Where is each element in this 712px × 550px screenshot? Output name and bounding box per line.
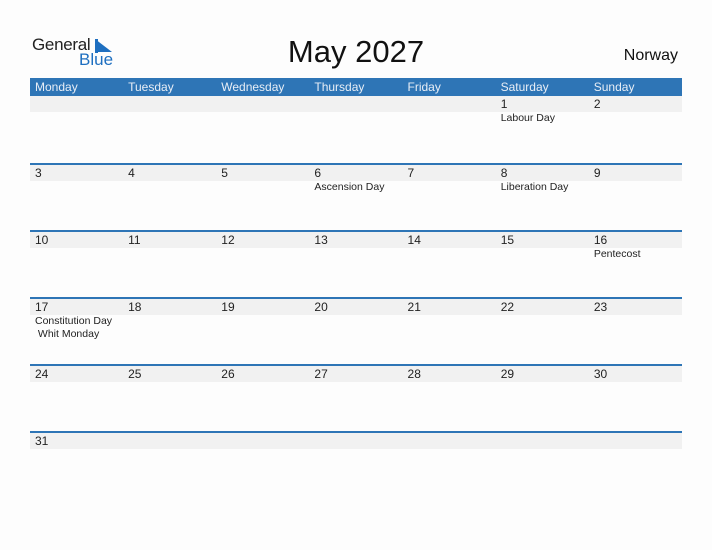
day-number: 4 [128, 166, 135, 180]
day-cell[interactable] [403, 433, 496, 498]
day-number: 30 [593, 367, 608, 381]
week-row: 24 25 26 27 28 29 30 [30, 364, 682, 431]
day-cell[interactable]: 30 [589, 366, 682, 431]
holiday-label: Pentecost [593, 248, 641, 260]
day-number: 13 [314, 233, 328, 247]
day-number: 11 [128, 233, 141, 247]
day-number: 29 [500, 367, 515, 381]
day-cell[interactable]: 3 [30, 165, 123, 230]
day-cell[interactable]: 27 [309, 366, 402, 431]
weekday-header: Monday Tuesday Wednesday Thursday Friday Satu… [30, 78, 682, 96]
day-number: 19 [221, 300, 235, 314]
day-number: 17 [35, 300, 49, 314]
day-cell[interactable]: 13 [309, 232, 402, 297]
day-cell[interactable] [123, 433, 216, 498]
day-cell[interactable]: 31 [30, 433, 123, 498]
weekday-tuesday: Tuesday [128, 80, 174, 94]
weekday-friday: Friday [407, 80, 441, 94]
day-cell[interactable]: 23 [589, 299, 682, 364]
day-number: 3 [35, 166, 42, 180]
day-cell[interactable] [309, 433, 402, 498]
holiday-label: Liberation Day [500, 181, 569, 193]
calendar-grid: Monday Tuesday Wednesday Thursday Friday Satu… [30, 78, 682, 498]
day-number: 8 [500, 166, 508, 180]
holiday-label: Labour Day [500, 112, 555, 124]
holiday-label: Whit Monday [35, 328, 100, 340]
holiday-label: Ascension Day [314, 181, 385, 193]
day-number: 22 [500, 300, 515, 314]
day-number: 15 [500, 233, 515, 247]
day-cell[interactable]: 19 [216, 299, 309, 364]
day-cell[interactable] [123, 96, 216, 163]
day-number: 10 [35, 233, 49, 247]
day-number: 1 [500, 97, 508, 111]
week-row: 31 [30, 431, 682, 498]
week-row: 3 4 5 6 Ascension Day 7 8 Liberation Day 9 [30, 163, 682, 230]
day-cell[interactable]: 20 [309, 299, 402, 364]
weekday-wednesday: Wednesday [221, 80, 285, 94]
day-cell[interactable]: 26 [216, 366, 309, 431]
day-cell[interactable]: 24 [30, 366, 123, 431]
day-cell[interactable] [589, 433, 682, 498]
day-number: 5 [221, 166, 228, 180]
day-cell[interactable]: 14 [403, 232, 496, 297]
day-cell[interactable]: 12 [216, 232, 309, 297]
day-cell[interactable]: 9 [589, 165, 682, 230]
day-cell[interactable]: 16 Pentecost [589, 232, 682, 297]
day-cell[interactable]: 21 [403, 299, 496, 364]
holiday-label: Constitution Day [35, 315, 113, 327]
day-cell[interactable]: 7 [403, 165, 496, 230]
day-number: 26 [221, 367, 235, 381]
country-label: Norway [623, 47, 678, 64]
day-number: 28 [407, 367, 421, 381]
day-number: 24 [35, 367, 49, 381]
day-cell[interactable]: 25 [123, 366, 216, 431]
day-number: 27 [314, 367, 328, 381]
day-cell[interactable] [403, 96, 496, 163]
day-cell[interactable] [30, 96, 123, 163]
day-cell[interactable] [216, 433, 309, 498]
week-row: 17 Constitution Day Whit Monday 18 19 20 21 22… [30, 297, 682, 364]
day-number: 2 [593, 97, 601, 111]
day-cell[interactable] [216, 96, 309, 163]
week-row: 1 Labour Day 2 [30, 96, 682, 163]
day-cell[interactable]: 29 [496, 366, 589, 431]
day-number: 18 [128, 300, 142, 314]
day-cell[interactable]: 10 [30, 232, 123, 297]
weekday-thursday: Thursday [314, 80, 365, 94]
day-cell[interactable]: 8 Liberation Day [496, 165, 589, 230]
day-number: 7 [407, 166, 415, 180]
weekday-saturday: Saturday [500, 80, 549, 94]
weekday-monday: Monday [35, 80, 78, 94]
day-cell[interactable] [496, 433, 589, 498]
day-cell[interactable]: 5 [216, 165, 309, 230]
day-cell[interactable]: 15 [496, 232, 589, 297]
day-cell[interactable]: 11 [123, 232, 216, 297]
day-number: 21 [407, 300, 421, 314]
day-number: 12 [221, 233, 235, 247]
day-number: 16 [593, 233, 608, 247]
week-row: 10 11 12 13 14 15 16 Pentecost [30, 230, 682, 297]
day-number: 25 [128, 367, 142, 381]
weekday-sunday: Sunday [593, 80, 635, 94]
day-cell[interactable]: 2 [589, 96, 682, 163]
day-cell[interactable]: 22 [496, 299, 589, 364]
day-number: 14 [407, 233, 421, 247]
day-cell[interactable]: 17 Constitution Day Whit Monday [30, 299, 123, 364]
day-cell[interactable] [309, 96, 402, 163]
day-cell[interactable]: 1 Labour Day [496, 96, 589, 163]
weeks-container: 1 Labour Day 2 3 4 5 6 Ascension Day 7 8 Liberatio… [30, 96, 682, 498]
day-cell[interactable]: 6 Ascension Day [309, 165, 402, 230]
day-number: 6 [314, 166, 322, 180]
day-cell[interactable]: 4 [123, 165, 216, 230]
day-number: 31 [35, 434, 49, 448]
day-number: 23 [593, 300, 608, 314]
calendar-title: May 2027 [287, 34, 425, 69]
day-number: 20 [314, 300, 328, 314]
day-cell[interactable]: 18 [123, 299, 216, 364]
day-cell[interactable]: 28 [403, 366, 496, 431]
day-number: 9 [593, 166, 601, 180]
